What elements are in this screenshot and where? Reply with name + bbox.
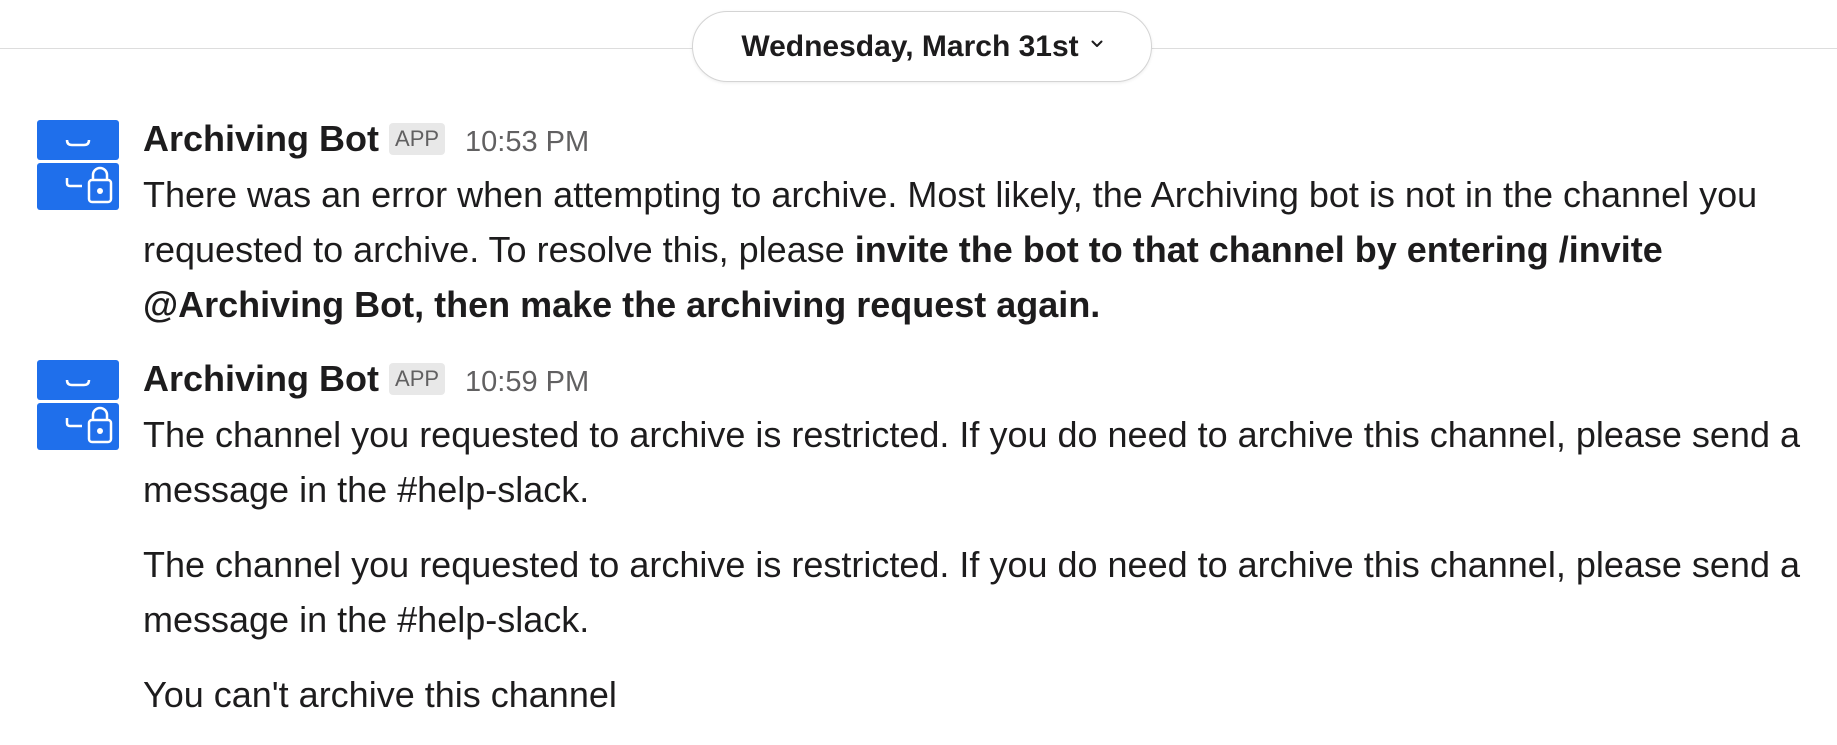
message-timestamp[interactable]: 10:53 PM (465, 126, 589, 159)
message-timestamp[interactable]: 10:59 PM (465, 366, 589, 399)
sender-name[interactable]: Archiving Bot (143, 118, 379, 160)
app-badge: APP (389, 123, 446, 155)
date-jump-button[interactable]: Wednesday, March 31st (692, 11, 1152, 82)
message-paragraph: The channel you requested to archive is … (143, 537, 1833, 647)
archive-lock-icon[interactable] (37, 360, 119, 450)
message-header: Archiving Bot APP 10:59 PM (143, 358, 589, 400)
paragraph-text-end: . (579, 599, 590, 640)
archive-lock-icon[interactable] (37, 120, 119, 210)
paragraph-text: The channel you requested to archive is … (143, 414, 1801, 510)
paragraph-text: The channel you requested to archive is … (143, 544, 1801, 640)
app-badge: APP (389, 363, 446, 395)
date-label: Wednesday, March 31st (741, 29, 1079, 63)
chevron-down-icon (1091, 40, 1103, 47)
date-divider: Wednesday, March 31st (0, 0, 1837, 84)
paragraph-text-end: . (579, 469, 590, 510)
channel-link-help-slack[interactable]: #help-slack (397, 599, 579, 640)
channel-link-help-slack[interactable]: #help-slack (397, 469, 579, 510)
message-paragraph: You can't archive this channel (143, 674, 617, 715)
sender-name[interactable]: Archiving Bot (143, 358, 379, 400)
message-paragraph: The channel you requested to archive is … (143, 407, 1833, 517)
message-text: There was an error when attempting to ar… (143, 167, 1833, 332)
message-header: Archiving Bot APP 10:53 PM (143, 118, 589, 160)
